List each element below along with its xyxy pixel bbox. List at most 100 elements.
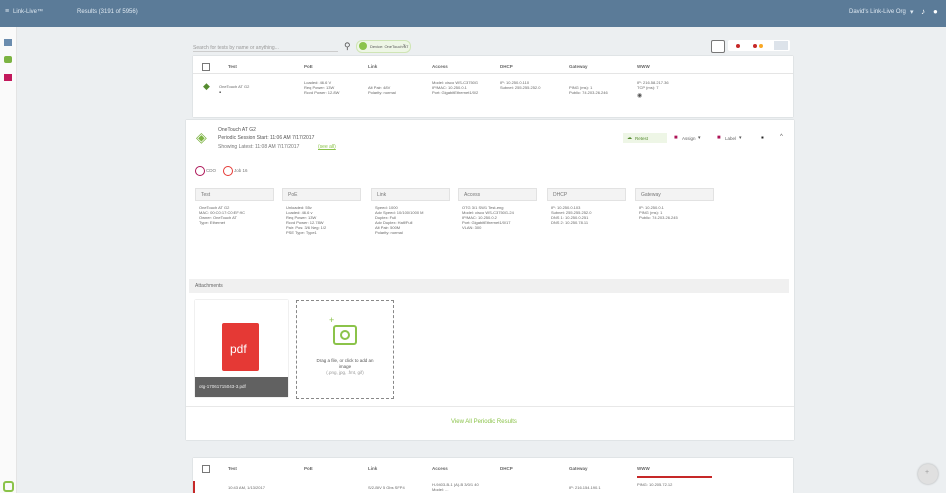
select-all-checkbox[interactable] bbox=[202, 63, 210, 71]
row-access-model: Model: ... bbox=[432, 487, 449, 492]
results-count: Results (3191 of 5956) bbox=[77, 9, 138, 15]
col-header-dhcp[interactable]: DHCP bbox=[500, 64, 513, 69]
retest-icon: ☁ bbox=[627, 135, 632, 141]
label-button[interactable]: ■ Label ▾ bbox=[717, 134, 753, 143]
trash-icon[interactable]: ▪ bbox=[219, 90, 221, 96]
org-menu[interactable]: David's Link-Live Org bbox=[849, 9, 906, 15]
see-all-link[interactable]: (see all) bbox=[318, 144, 336, 150]
assign-button[interactable]: ■ Assign ▾ bbox=[674, 134, 710, 143]
col-header-poe[interactable]: PoE bbox=[304, 466, 313, 471]
results-table-top: Test PoE Link Access DHCP Gateway WWW ◆ … bbox=[193, 56, 793, 117]
col-header-test[interactable]: Test bbox=[228, 64, 237, 69]
col-header-test[interactable]: Test bbox=[228, 466, 237, 471]
view-toggle-group bbox=[728, 40, 790, 51]
results-table-bottom: Test PoE Link Access DHCP Gateway WWW 10… bbox=[193, 458, 793, 493]
tag-icon bbox=[195, 166, 205, 176]
calendar-icon[interactable] bbox=[711, 40, 725, 53]
fab-button[interactable]: + bbox=[918, 464, 938, 484]
col-header-link[interactable]: Link bbox=[368, 466, 377, 471]
status-bar bbox=[637, 476, 712, 478]
tag-icon bbox=[223, 166, 233, 176]
view-all-periodic-link[interactable]: View All Periodic Results bbox=[451, 419, 517, 425]
col-header-link[interactable]: Link bbox=[368, 64, 377, 69]
label-label: Label bbox=[725, 136, 737, 141]
col-header-www[interactable]: WWW bbox=[637, 64, 650, 69]
pdf-icon-label: pdf bbox=[230, 342, 247, 356]
document-icon[interactable] bbox=[4, 74, 12, 81]
chevron-up-icon[interactable]: ^ bbox=[780, 134, 783, 140]
filter-chip[interactable]: Device: OneTouch AT x bbox=[356, 40, 411, 53]
grid-view-icon[interactable] bbox=[774, 41, 788, 50]
dashboard-icon[interactable] bbox=[4, 39, 12, 46]
warning-filter-icon[interactable] bbox=[753, 44, 757, 48]
table-row[interactable]: ◆ OneTouch AT G2 ▪ Loaded: 46.6 V Req Pow… bbox=[193, 74, 793, 117]
tester-chip-icon bbox=[359, 42, 367, 50]
row-www: IP: 216.58.217.36 TCP (ms): 7 bbox=[637, 80, 669, 90]
section-header-poe: PoE bbox=[282, 188, 361, 201]
dropzone-text: Drag a file, or click to add an image (.pn… bbox=[316, 358, 374, 375]
tag-chip[interactable]: CDO bbox=[195, 166, 221, 176]
close-icon[interactable]: x bbox=[403, 43, 406, 49]
app-title[interactable]: Link-Live™ bbox=[13, 9, 43, 15]
camera-lens bbox=[340, 330, 350, 340]
globe-icon: ◉ bbox=[637, 93, 643, 99]
menu-icon[interactable]: ≡ bbox=[5, 8, 9, 15]
showing-latest: Showing Latest: 11:08 AM 7/17/2017 bbox=[218, 144, 300, 150]
trash-icon[interactable]: ▪ bbox=[761, 133, 764, 142]
detail-card: ◈ OneTouch AT G2 Periodic Session Start:… bbox=[186, 120, 794, 440]
pdf-caption-bar: otg-17061715043-3.pdf bbox=[195, 377, 288, 397]
section-link: Speed: 1000 Adv Speed: 10/100/1000 M Duple… bbox=[375, 205, 424, 235]
folder-icon: ■ bbox=[674, 135, 678, 141]
caution-filter-icon[interactable] bbox=[759, 44, 763, 48]
bell-icon[interactable]: ♪ bbox=[921, 7, 925, 16]
row-gateway: PING (ms): 1 Public: 74.203.26.246 bbox=[569, 85, 608, 95]
section-header-test: Test bbox=[195, 188, 274, 201]
tag-label: Job 16 bbox=[234, 168, 248, 173]
camera-icon bbox=[333, 325, 357, 345]
tester-icon: ◈ bbox=[196, 129, 207, 145]
add-icon: + bbox=[925, 469, 930, 476]
col-header-access[interactable]: Access bbox=[432, 64, 448, 69]
row-dhcp: IP: 10.250.0.110 Subnet: 255.255.252.0 bbox=[500, 80, 541, 90]
retest-label: Retest bbox=[635, 136, 649, 141]
chevron-down-icon: ▾ bbox=[739, 135, 742, 141]
section-poe: Unloaded: 55v Loaded: 46.6 v Req Power: 13… bbox=[286, 205, 327, 235]
col-header-www[interactable]: WWW bbox=[637, 466, 650, 471]
left-sidebar bbox=[0, 27, 17, 493]
col-header-gateway[interactable]: Gateway bbox=[569, 466, 588, 471]
chevron-down-icon[interactable]: ▾ bbox=[910, 8, 914, 16]
row-test-name: OneTouch AT G2 bbox=[219, 84, 250, 89]
section-header-gateway: Gateway bbox=[635, 188, 714, 201]
row-access: Model: cisco WS-C3750G IP/MAC: 10.250.0.1… bbox=[432, 80, 479, 95]
attachments-bar: Attachments bbox=[189, 279, 789, 293]
row-www: PING: 10.205.72.12 bbox=[637, 482, 673, 487]
table-row[interactable]: 10:43 AM, 1/13/2017 S/2-BIV 5 Gbs SFP4 H… bbox=[193, 481, 793, 493]
pdf-attachment[interactable]: pdf otg-17061715043-3.pdf bbox=[195, 300, 288, 397]
tag-label: CDO bbox=[206, 168, 216, 173]
row-link: Alt Pair: 48V Polarity: normal bbox=[368, 85, 396, 95]
col-header-access[interactable]: Access bbox=[432, 466, 448, 471]
col-header-dhcp[interactable]: DHCP bbox=[500, 466, 513, 471]
col-header-gateway[interactable]: Gateway bbox=[569, 64, 588, 69]
search-icon[interactable]: ⚲ bbox=[344, 41, 351, 52]
pdf-icon: pdf bbox=[222, 323, 259, 371]
tag-icon: ◆ bbox=[203, 81, 210, 91]
select-all-checkbox[interactable] bbox=[202, 465, 210, 473]
divider bbox=[186, 406, 794, 407]
fail-filter-icon[interactable] bbox=[736, 44, 740, 48]
search-underline bbox=[193, 51, 338, 52]
tester-icon[interactable] bbox=[4, 56, 12, 63]
pdf-filename: otg-17061715043-3.pdf bbox=[199, 384, 246, 389]
section-header-access: Access bbox=[458, 188, 537, 201]
retest-button[interactable]: ☁ Retest bbox=[623, 133, 667, 143]
col-header-poe[interactable]: PoE bbox=[304, 64, 313, 69]
image-dropzone[interactable]: + Drag a file, or click to add an image (.… bbox=[296, 300, 394, 399]
row-time: 10:43 AM, 1/13/2017 bbox=[228, 485, 265, 490]
section-access: OTG 3/1 SW1 Test-eng Model: cisco WS-C375… bbox=[462, 205, 514, 230]
add-icon: + bbox=[329, 315, 335, 325]
tag-chip[interactable]: Job 16 bbox=[223, 166, 249, 176]
row-poe: Loaded: 46.6 V Req Power: 13W Rcvd Power: … bbox=[304, 80, 340, 95]
session-start: Periodic Session Start: 11:06 AM 7/17/20… bbox=[218, 135, 315, 141]
user-icon[interactable]: ● bbox=[933, 7, 938, 16]
top-bar: ≡ Link-Live™ Results (3191 of 5956) Davi… bbox=[0, 0, 946, 27]
